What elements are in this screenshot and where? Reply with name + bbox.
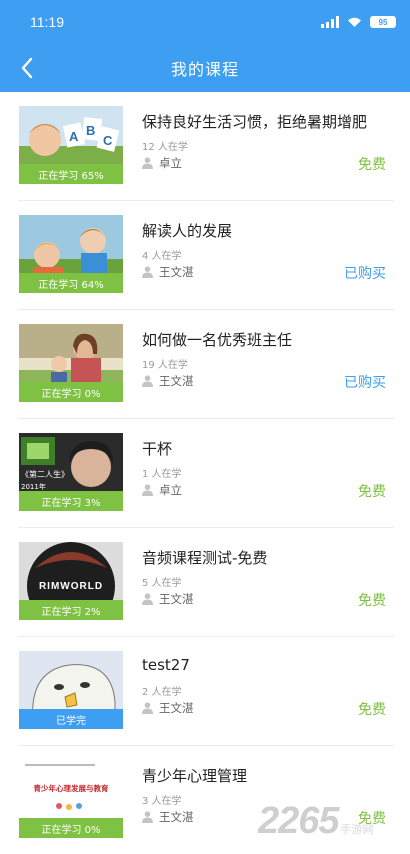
progress-label: 正在学习 3% xyxy=(19,491,123,511)
progress-label: 正在学习 0% xyxy=(19,382,123,402)
watermark-number: 2265 xyxy=(258,800,340,842)
person-icon xyxy=(142,484,153,496)
course-title: 如何做一名优秀班主任 xyxy=(142,331,293,349)
progress-label: 正在学习 0% xyxy=(19,818,123,838)
progress-label: 正在学习 2% xyxy=(19,600,123,620)
learner-count: 19 人在学 xyxy=(142,360,188,371)
person-icon xyxy=(142,266,153,278)
chevron-left-icon xyxy=(21,57,33,79)
course-item[interactable]: A B C 正在学习 65% 保持良好生活习惯，拒绝暑期增肥 12 人在学 卓立… xyxy=(18,92,394,201)
learner-count: 1 人在学 xyxy=(142,469,182,480)
thumbnail-caption: 青少年心理发展与教育 xyxy=(34,783,109,793)
site-watermark: 2265 手游网 xyxy=(258,800,374,843)
back-button[interactable] xyxy=(12,52,42,84)
status-time: 11:19 xyxy=(30,14,64,30)
progress-label: 已学完 xyxy=(19,709,123,729)
price-label: 免费 xyxy=(358,593,386,609)
course-title: 干杯 xyxy=(142,440,173,458)
price-label: 免费 xyxy=(358,702,386,718)
price-label: 免费 xyxy=(358,484,386,500)
course-item[interactable]: 《第二人生》 2011年 正在学习 3% 干杯 1 人在学 卓立 免费 xyxy=(18,419,394,528)
author-name: 卓立 xyxy=(159,156,182,170)
course-thumbnail: 《第二人生》 2011年 正在学习 3% xyxy=(19,433,123,511)
progress-label: 正在学习 64% xyxy=(19,273,123,293)
course-thumbnail: 青少年心理发展与教育 正在学习 0% xyxy=(19,760,123,838)
course-list: A B C 正在学习 65% 保持良好生活习惯，拒绝暑期增肥 12 人在学 卓立… xyxy=(0,92,410,854)
course-thumbnail: RIMWORLD 正在学习 2% xyxy=(19,542,123,620)
course-thumbnail: 正在学习 64% xyxy=(19,215,123,293)
page-title: 我的课程 xyxy=(170,60,239,79)
person-icon xyxy=(142,593,153,605)
thumbnail-caption: 《第二人生》 xyxy=(21,469,69,479)
course-thumbnail: 正在学习 0% xyxy=(19,324,123,402)
signal-icon xyxy=(321,16,339,28)
svg-text:C: C xyxy=(103,133,113,148)
course-thumbnail: A B C 正在学习 65% xyxy=(19,106,123,184)
progress-label: 正在学习 65% xyxy=(19,164,123,184)
learner-count: 3 人在学 xyxy=(142,796,182,807)
person-icon xyxy=(142,811,153,823)
course-title: 解读人的发展 xyxy=(142,222,233,240)
person-icon xyxy=(142,702,153,714)
learner-count: 5 人在学 xyxy=(142,578,182,589)
learner-count: 4 人在学 xyxy=(142,251,182,262)
course-item[interactable]: 正在学习 0% 如何做一名优秀班主任 19 人在学 王文湛 已购买 xyxy=(18,310,394,419)
author-name: 王文湛 xyxy=(159,374,194,388)
course-title: test27 xyxy=(142,656,190,674)
course-title: 音频课程测试-免费 xyxy=(142,549,268,567)
author-name: 王文湛 xyxy=(159,592,194,606)
author-name: 卓立 xyxy=(159,483,182,497)
person-icon xyxy=(142,375,153,387)
svg-text:A: A xyxy=(69,129,79,144)
course-thumbnail: 已学完 xyxy=(19,651,123,729)
thumbnail-caption: RIMWORLD xyxy=(39,581,103,592)
learner-count: 12 人在学 xyxy=(142,142,188,153)
author-name: 王文湛 xyxy=(159,701,194,715)
person-icon xyxy=(142,157,153,169)
course-item[interactable]: 已学完 test27 2 人在学 王文湛 免费 xyxy=(18,637,394,746)
course-title: 保持良好生活习惯，拒绝暑期增肥 xyxy=(142,113,368,131)
course-item[interactable]: 正在学习 64% 解读人的发展 4 人在学 王文湛 已购买 xyxy=(18,201,394,310)
learner-count: 2 人在学 xyxy=(142,687,182,698)
course-item[interactable]: RIMWORLD 正在学习 2% 音频课程测试-免费 5 人在学 王文湛 免费 xyxy=(18,528,394,637)
navigation-bar: 我的课程 xyxy=(0,44,410,92)
author-name: 王文湛 xyxy=(159,810,194,824)
status-bar: 11:19 95 xyxy=(0,0,410,44)
author-name: 王文湛 xyxy=(159,265,194,279)
header-bar: 11:19 95 我的课程 xyxy=(0,0,410,92)
svg-text:B: B xyxy=(86,123,95,138)
price-label: 免费 xyxy=(358,157,386,173)
price-label: 已购买 xyxy=(344,375,386,391)
thumbnail-year: 2011年 xyxy=(21,482,46,491)
watermark-text: 手游网 xyxy=(340,823,374,836)
battery-icon: 95 xyxy=(370,16,396,28)
wifi-icon xyxy=(348,17,361,27)
price-label: 已购买 xyxy=(344,266,386,282)
course-title: 青少年心理管理 xyxy=(142,767,248,785)
